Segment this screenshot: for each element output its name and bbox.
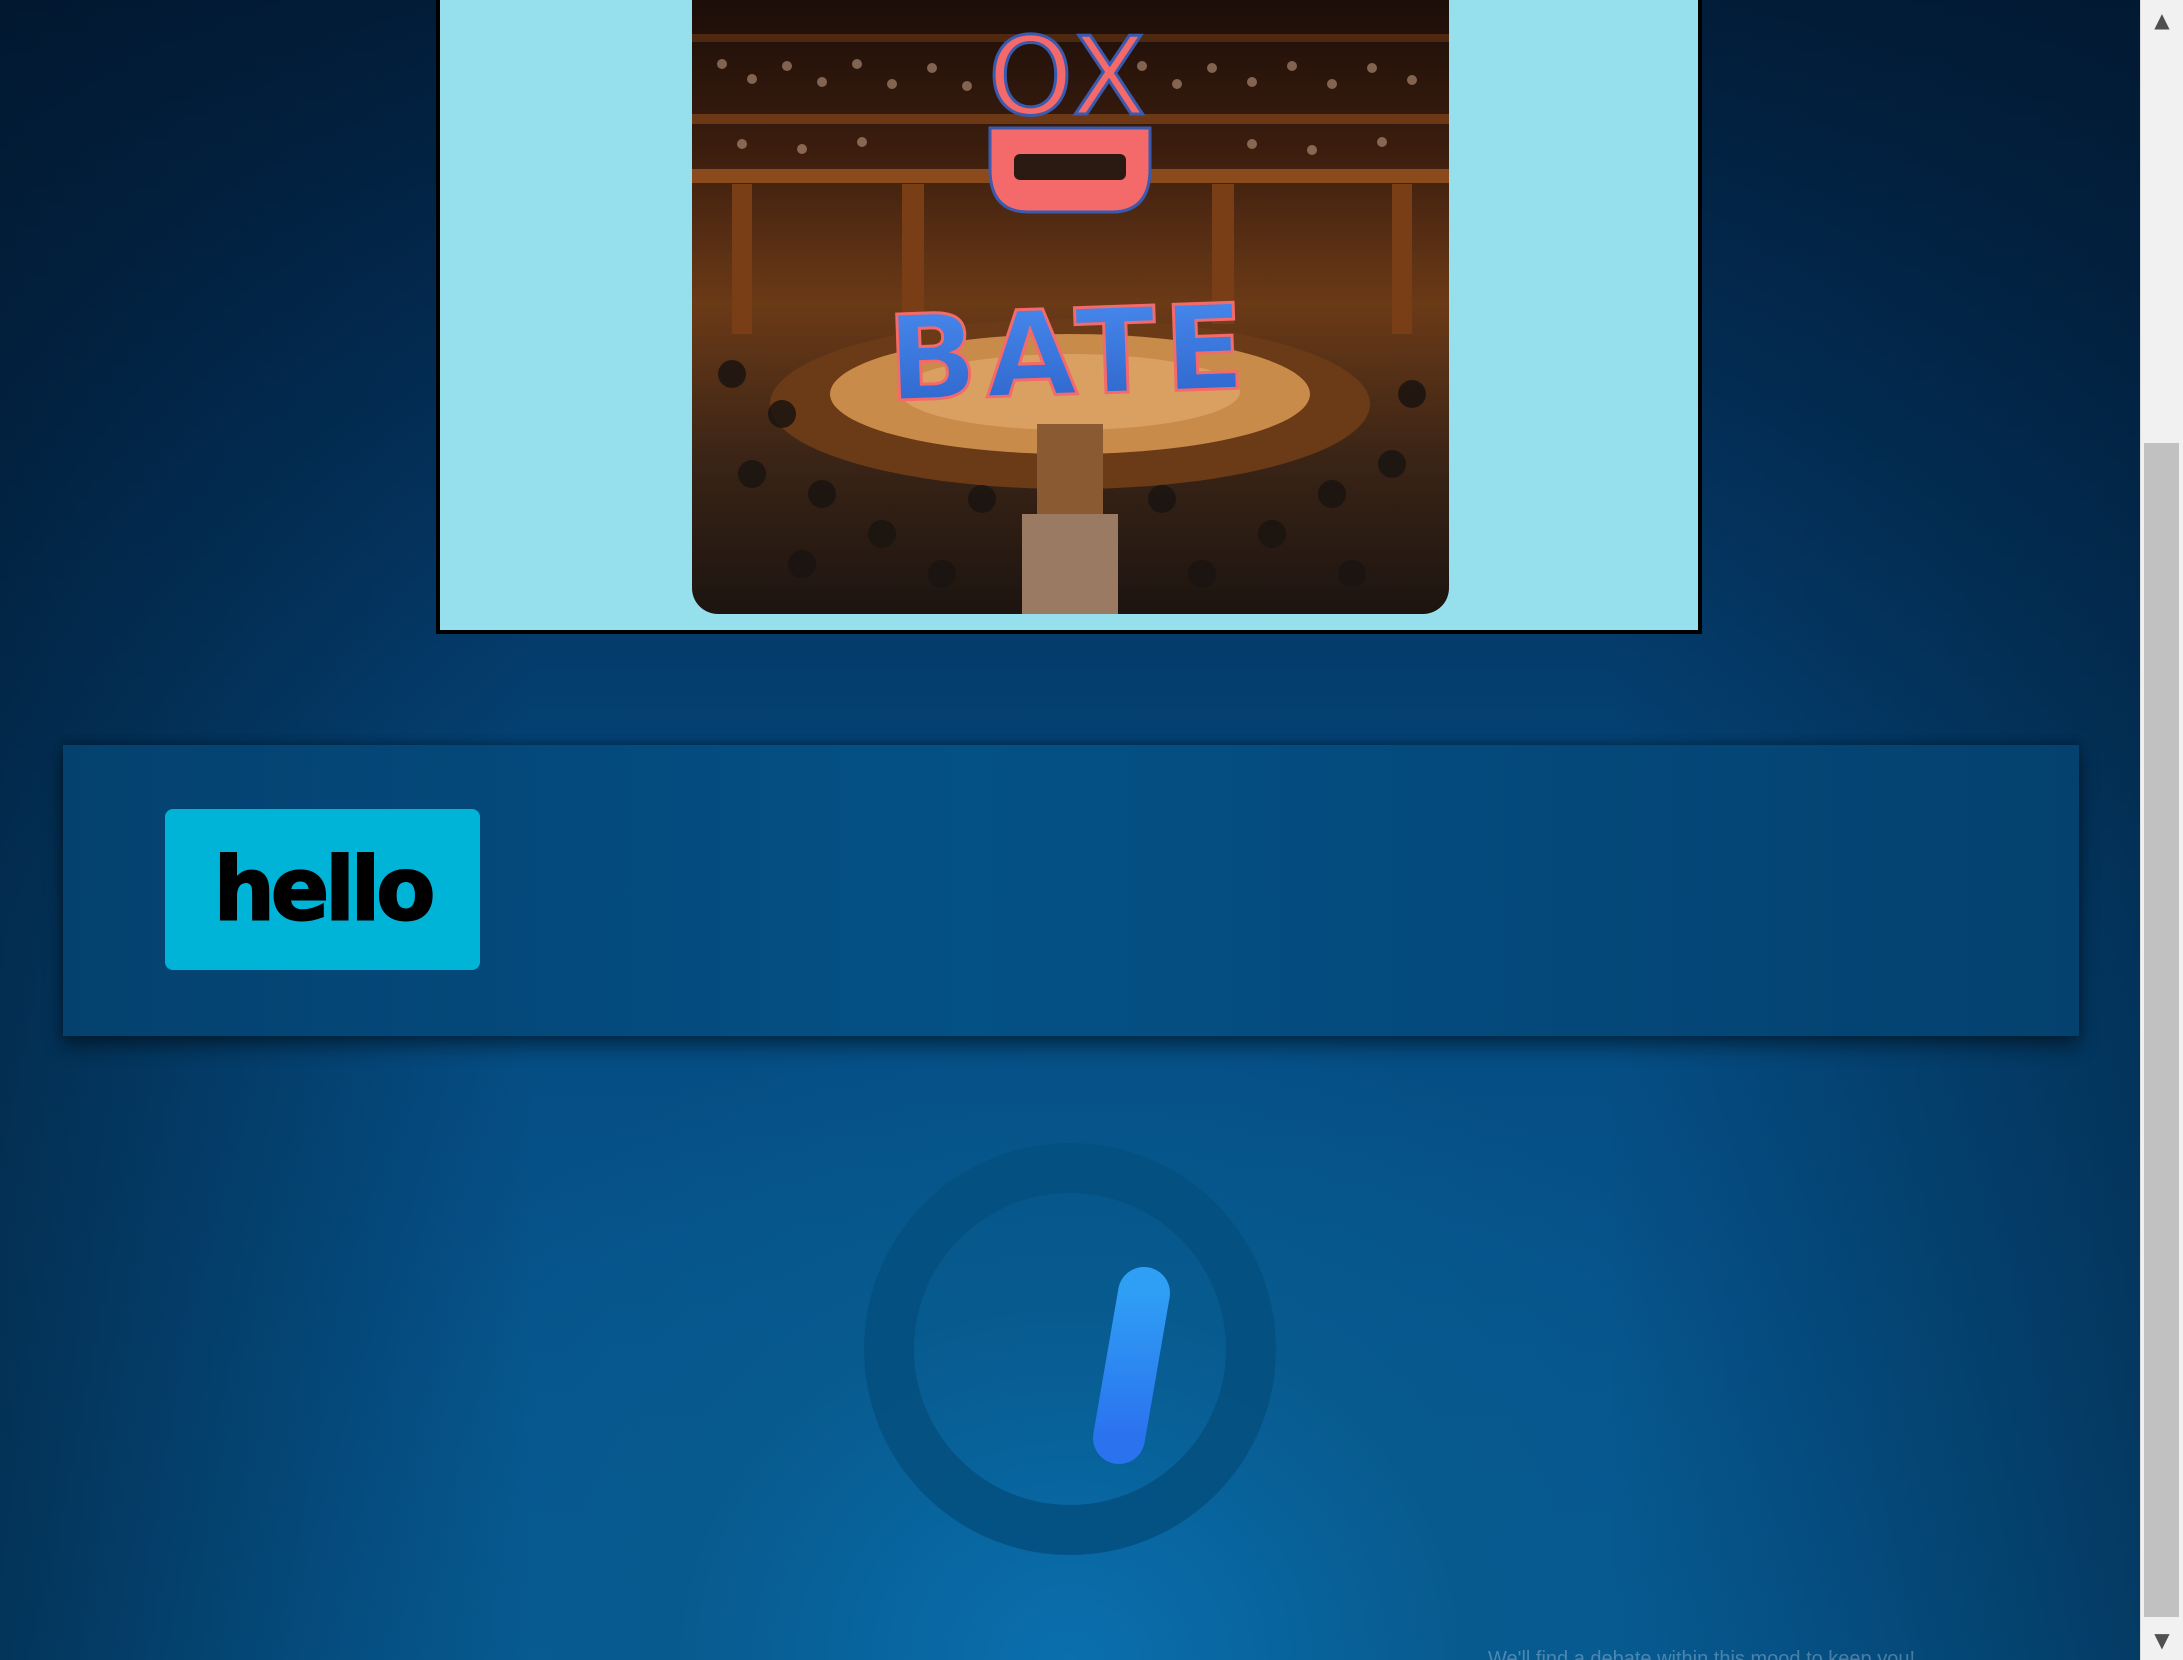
hello-panel: hello bbox=[63, 745, 2079, 1036]
oxbate-logo-image: OX BATE bbox=[692, 0, 1449, 614]
scrollbar-thumb[interactable] bbox=[2144, 443, 2179, 1617]
chevron-down-icon[interactable]: ▼ bbox=[2141, 1620, 2183, 1660]
logo-card: OX BATE bbox=[436, 0, 1702, 634]
footer-text: We'll find a debate within this mood to … bbox=[1488, 1648, 1916, 1660]
page-background: OX BATE hello We'll find a debate within… bbox=[0, 0, 2140, 1660]
chevron-up-icon[interactable]: ▲ bbox=[2141, 0, 2183, 40]
logo-bate-text: BATE bbox=[885, 278, 1255, 429]
hello-button[interactable]: hello bbox=[165, 809, 480, 970]
loading-spinner-icon bbox=[864, 1143, 1276, 1555]
vertical-scrollbar[interactable]: ▲ ▼ bbox=[2140, 0, 2183, 1660]
logo-ox-text: OX bbox=[988, 15, 1152, 140]
hello-button-label: hello bbox=[213, 837, 437, 941]
